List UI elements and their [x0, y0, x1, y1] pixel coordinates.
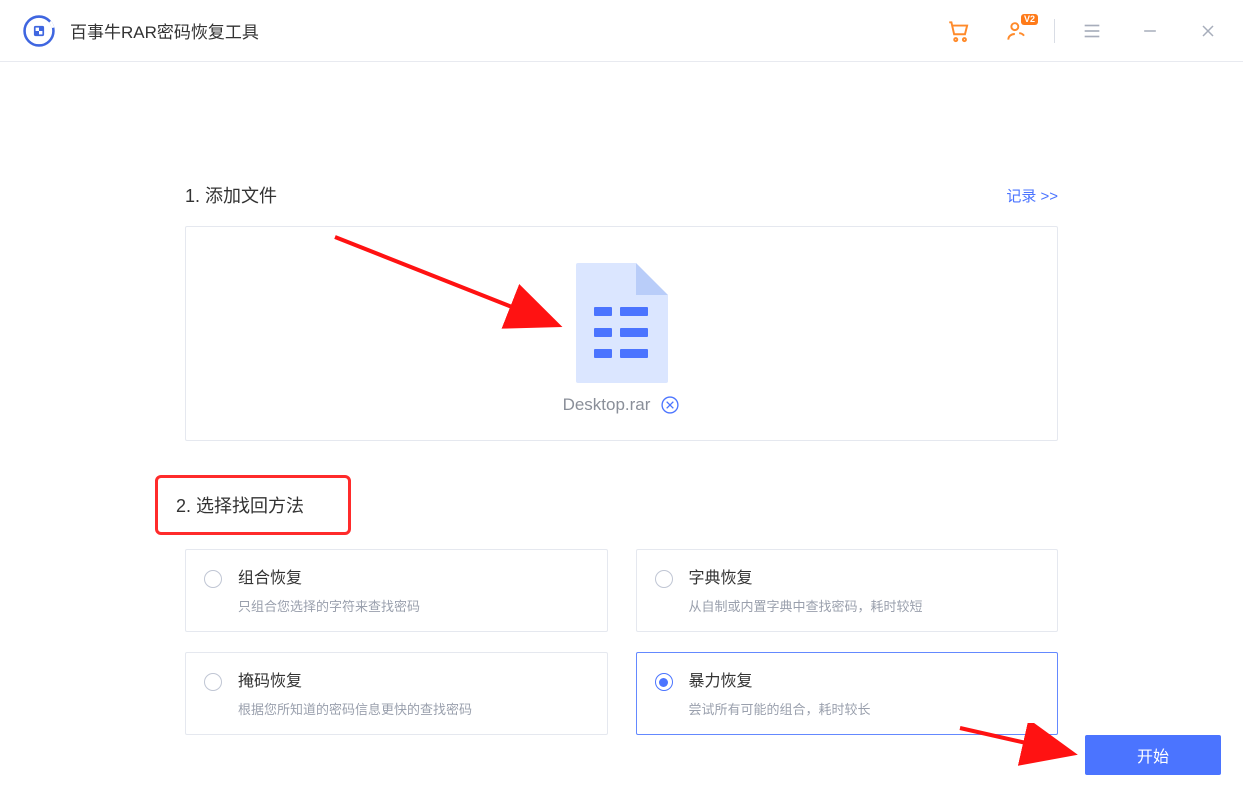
start-button[interactable]: 开始 — [1085, 735, 1221, 775]
filename-row: Desktop.rar — [563, 395, 681, 415]
app-title: 百事牛RAR密码恢复工具 — [70, 18, 259, 43]
minimize-icon[interactable] — [1135, 16, 1165, 46]
section2-title: 2. 选择找回方法 — [176, 492, 304, 518]
option-mask[interactable]: 掩码恢复 根据您所知道的密码信息更快的查找密码 — [185, 652, 608, 735]
section1-title: 1. 添加文件 — [185, 182, 277, 208]
radio-icon — [655, 570, 673, 588]
radio-icon — [204, 570, 222, 588]
close-icon[interactable] — [1193, 16, 1223, 46]
user-badge: V2 — [1021, 14, 1038, 25]
file-dropzone[interactable]: Desktop.rar — [185, 226, 1058, 441]
section2: 2. 选择找回方法 组合恢复 只组合您选择的字符来查找密码 字典恢复 从自制或内… — [185, 475, 1058, 735]
file-icon — [576, 263, 668, 383]
cart-icon[interactable] — [944, 16, 974, 46]
section1-header: 1. 添加文件 记录 >> — [185, 182, 1058, 208]
user-icon[interactable]: V2 — [1002, 16, 1032, 46]
recovery-options: 组合恢复 只组合您选择的字符来查找密码 字典恢复 从自制或内置字典中查找密码，耗… — [185, 549, 1058, 735]
titlebar-actions: V2 — [944, 16, 1223, 46]
main-content: 1. 添加文件 记录 >> Desktop.rar — [0, 62, 1243, 735]
option-label: 暴力恢复 — [689, 667, 871, 691]
option-label: 字典恢复 — [689, 564, 923, 588]
app-logo — [22, 14, 56, 48]
option-bruteforce[interactable]: 暴力恢复 尝试所有可能的组合，耗时较长 — [636, 652, 1059, 735]
titlebar: 百事牛RAR密码恢复工具 V2 — [0, 0, 1243, 62]
option-label: 掩码恢复 — [238, 667, 472, 691]
history-link[interactable]: 记录 >> — [1006, 185, 1058, 206]
section2-title-highlight: 2. 选择找回方法 — [155, 475, 351, 535]
option-label: 组合恢复 — [238, 564, 420, 588]
option-dictionary[interactable]: 字典恢复 从自制或内置字典中查找密码，耗时较短 — [636, 549, 1059, 632]
remove-file-icon[interactable] — [660, 395, 680, 415]
option-desc: 尝试所有可能的组合，耗时较长 — [689, 699, 871, 718]
menu-icon[interactable] — [1077, 16, 1107, 46]
option-desc: 只组合您选择的字符来查找密码 — [238, 596, 420, 615]
option-combination[interactable]: 组合恢复 只组合您选择的字符来查找密码 — [185, 549, 608, 632]
radio-icon — [204, 673, 222, 691]
option-desc: 从自制或内置字典中查找密码，耗时较短 — [689, 596, 923, 615]
option-desc: 根据您所知道的密码信息更快的查找密码 — [238, 699, 472, 718]
titlebar-divider — [1054, 19, 1055, 43]
radio-icon — [655, 673, 673, 691]
filename-label: Desktop.rar — [563, 395, 651, 415]
